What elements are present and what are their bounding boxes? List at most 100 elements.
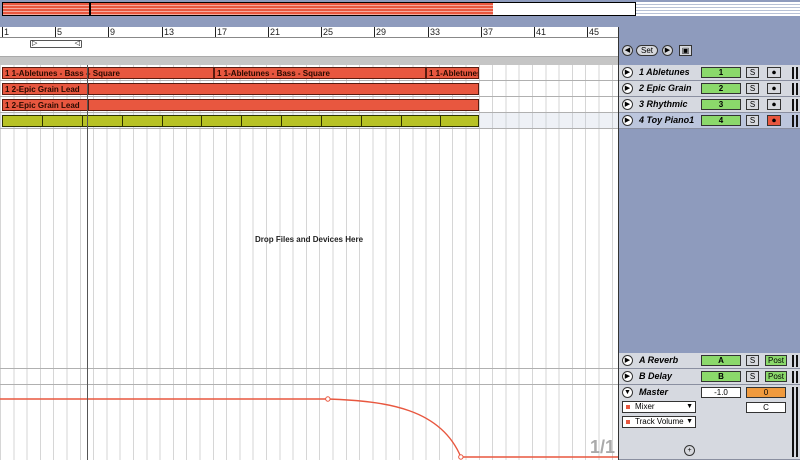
master-volume-field[interactable]: -1.0 [701,387,741,398]
pre-post-toggle[interactable]: Post [765,371,787,382]
loop-start-marker-icon[interactable]: ▷ [32,39,37,47]
track-activator[interactable]: A [701,355,741,366]
track-name[interactable]: 4 Toy Piano1 [639,115,694,125]
set-button[interactable]: Set [636,45,658,56]
arrow-left-icon[interactable]: ◀ [622,45,633,56]
clip-segment-divider [82,116,83,126]
send-value-field[interactable]: 0 [746,387,786,398]
track-activator[interactable]: 1 [701,67,741,78]
solo-button[interactable]: S [746,99,759,110]
arm-record-button[interactable]: ⏺ [767,99,781,110]
track-activator[interactable]: 3 [701,99,741,110]
play-icon[interactable]: ▶ [622,115,633,126]
clip-segment-divider [241,116,242,126]
loop-locator-strip[interactable]: ▷ ◁ [0,38,618,57]
bar-number: 29 [376,27,387,37]
arrangement-overview[interactable] [2,2,637,16]
arm-record-button[interactable]: ⏺ [767,115,781,126]
clip[interactable]: 1 1-Abletunes - Bass - Square [426,67,479,79]
automation-breakpoint[interactable] [325,396,331,402]
solo-button[interactable]: S [746,83,759,94]
track-name[interactable]: 1 Abletunes [639,67,690,77]
return-lane-reverb[interactable] [0,353,618,369]
arm-record-button[interactable]: ⏺ [767,83,781,94]
track-lane-rhythmic[interactable]: 1 2-Epic Grain Lead [0,97,618,113]
clip[interactable]: 1 1-Abletunes - Bass - Square [2,67,88,79]
play-icon[interactable]: ▶ [622,371,633,382]
clip[interactable]: 1 2-Epic Grain Lead [2,83,88,95]
track-header-panel: ◀ Set ▶ ▣ ▶ 1 Abletunes 1 S ⏺ ▶ 2 Epic G… [618,27,800,460]
master-track-header[interactable]: ▼ Master -1.0 0 C Mixer ▼ Track Volume ▼… [619,385,800,460]
automation-line[interactable] [0,398,618,458]
clip-name: 1 1-Abletunes - Bass - Square [88,69,120,78]
track-name[interactable]: A Reverb [639,355,678,365]
clip-segment-divider [42,116,43,126]
arm-record-button[interactable]: ⏺ [767,67,781,78]
solo-button[interactable]: S [746,67,759,78]
chevron-down-icon: ▼ [686,418,693,425]
clip-segment-divider [321,116,322,126]
play-icon[interactable]: ▶ [622,83,633,94]
play-icon[interactable]: ▶ [622,67,633,78]
loop-brace[interactable]: ▷ ◁ [30,40,82,48]
chevron-down-icon[interactable]: ▼ [622,387,633,398]
parameter-chooser[interactable]: Track Volume ▼ [622,416,696,428]
bar-number: 17 [217,27,228,37]
horizontal-scrollbar[interactable] [0,57,618,65]
track-activator[interactable]: 2 [701,83,741,94]
clip[interactable] [2,115,479,127]
solo-button[interactable]: S [746,115,759,126]
play-icon[interactable]: ▶ [622,355,633,366]
play-icon[interactable]: ▶ [622,99,633,110]
track-name[interactable]: 3 Rhythmic [639,99,688,109]
bar-number: 41 [536,27,547,37]
page-indicator: 1/1 [589,437,615,457]
track-activator[interactable]: B [701,371,741,382]
bar-number: 25 [323,27,334,37]
track-lane-epic-grain[interactable]: 1 2-Epic Grain Lead [0,81,618,97]
return-header-delay[interactable]: ▶ B Delay B S Post [619,369,800,385]
return-lane-delay[interactable] [0,369,618,385]
clip[interactable] [88,83,479,95]
track-lane-toy-piano[interactable] [0,113,618,129]
track-header-toy-piano[interactable]: ▶ 4 Toy Piano1 4 S ⏺ [619,113,800,129]
clip-name: 1 1-Abletunes - Bass - Square [217,69,330,78]
track-activator[interactable]: 4 [701,115,741,126]
solo-button[interactable]: S [746,355,759,366]
track-header-epic-grain[interactable]: ▶ 2 Epic Grain 2 S ⏺ [619,81,800,97]
track-name[interactable]: Master [639,387,668,397]
automation-breakpoint[interactable] [458,454,464,460]
clip[interactable]: 1 2-Epic Grain Lead [2,99,88,111]
loop-end-marker-icon[interactable]: ◁ [75,39,80,47]
beat-time-ruler[interactable]: 1 5 9 13 17 21 25 29 33 37 41 45 [0,27,618,38]
track-name[interactable]: 2 Epic Grain [639,83,692,93]
bar-number: 5 [57,27,63,37]
bar-number: 21 [270,27,281,37]
clip[interactable]: 1 1-Abletunes - Bass - Square [88,67,214,79]
return-header-reverb[interactable]: ▶ A Reverb A S Post [619,353,800,369]
clip-name: 1 1-Abletunes - Bass - Square [5,69,87,78]
pan-field[interactable]: C [746,402,786,413]
clip[interactable]: 1 1-Abletunes - Bass - Square [214,67,426,79]
level-meter [792,115,798,127]
arrangement-view[interactable]: 1 1-Abletunes - Bass - Square 1 1-Abletu… [0,65,618,353]
save-icon[interactable]: ▣ [679,45,692,56]
overview-strip [636,2,800,16]
clip-segment-divider [401,116,402,126]
return-tracks-lanes[interactable]: 1/1 [0,353,618,460]
track-header-rhythmic[interactable]: ▶ 3 Rhythmic 3 S ⏺ [619,97,800,113]
overview-visible-range[interactable] [89,3,637,15]
track-name[interactable]: B Delay [639,371,672,381]
device-chooser[interactable]: Mixer ▼ [622,401,696,413]
solo-button[interactable]: S [746,371,759,382]
pre-post-toggle[interactable]: Post [765,355,787,366]
add-lane-icon[interactable]: + [684,445,695,456]
parameter-chooser-label: Track Volume [635,417,684,426]
arrow-right-icon[interactable]: ▶ [662,45,673,56]
bar-number: 9 [110,27,116,37]
track-header-abletunes[interactable]: ▶ 1 Abletunes 1 S ⏺ [619,65,800,81]
master-automation-envelope[interactable] [0,385,618,460]
track-lane-abletunes[interactable]: 1 1-Abletunes - Bass - Square 1 1-Abletu… [0,65,618,81]
clip-segment-divider [122,116,123,126]
clip[interactable] [88,99,479,111]
